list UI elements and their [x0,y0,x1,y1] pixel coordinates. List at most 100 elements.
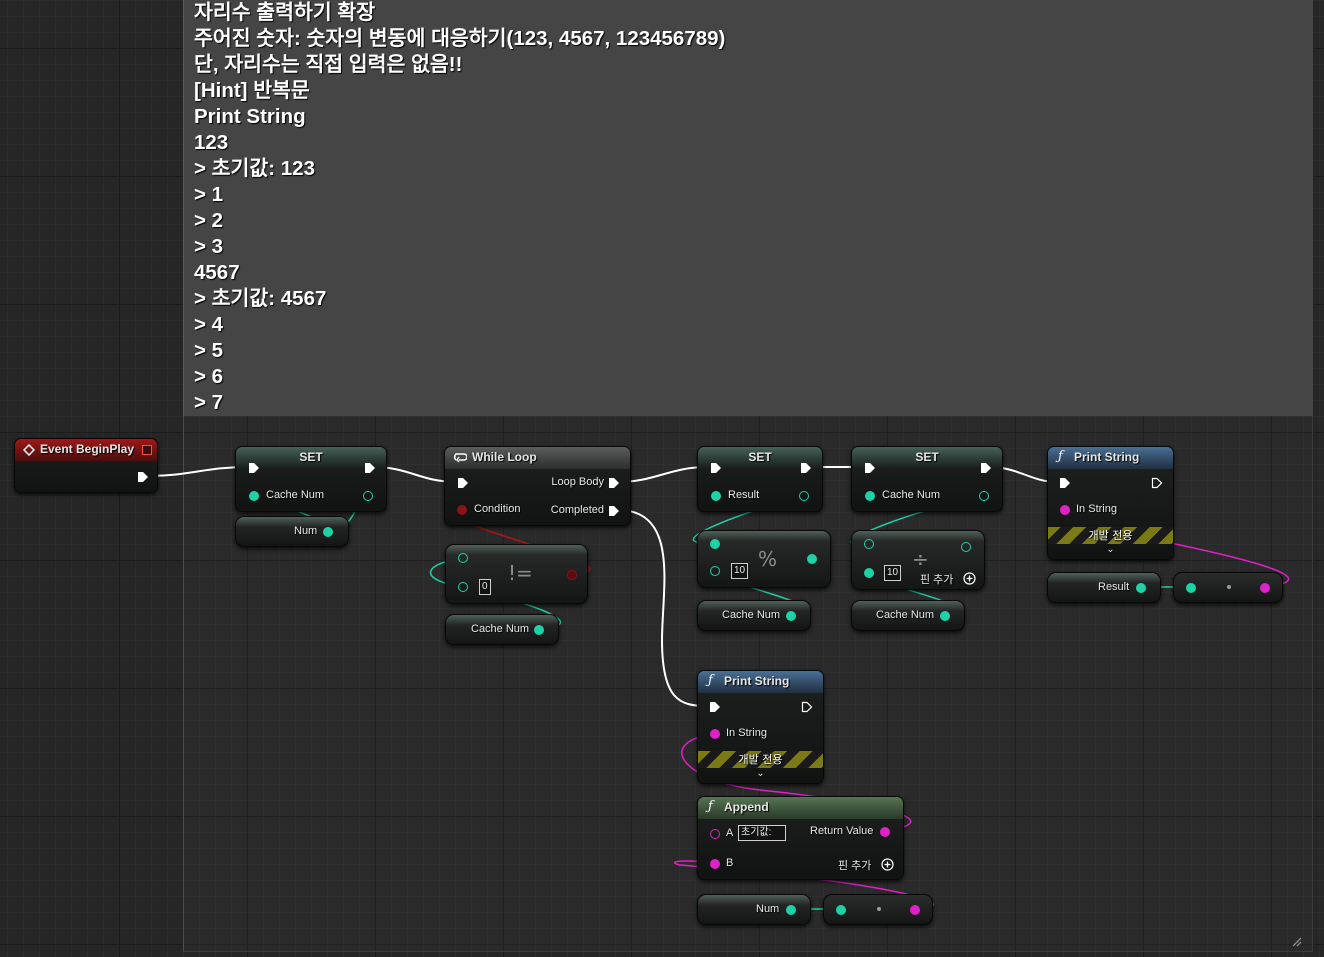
var-label: Num [294,525,318,537]
node-header: While Loop [445,447,630,469]
cache-num-input-pin[interactable] [865,491,875,501]
node-title: While Loop [472,450,537,464]
exec-input-pin[interactable] [457,477,469,489]
in-string-pin[interactable] [1060,505,1070,515]
while-loop-node[interactable]: While Loop Loop Body Condition Completed [444,446,631,526]
chevron-down-icon[interactable]: ⌄ [698,769,823,779]
result-getter-node[interactable]: Result [1047,572,1161,603]
num-output-pin[interactable] [786,905,796,915]
cache-num-getter-node[interactable]: Cache Num [851,600,965,631]
result-output-pin[interactable] [567,570,577,580]
in-string-pin[interactable] [710,729,720,739]
return-value-pin[interactable] [880,827,890,837]
completed-pin[interactable] [608,505,620,517]
modulo-node[interactable]: 10 % [697,530,831,588]
condition-label: Condition [474,503,521,515]
exec-output-pin[interactable] [1151,477,1163,489]
result-input-pin[interactable] [711,491,721,501]
b-input-pin[interactable] [710,566,720,576]
a-input-pin[interactable] [458,553,468,563]
b-input-pin[interactable] [864,568,874,578]
conversion-input-pin[interactable] [1186,583,1196,593]
print-string-node[interactable]: Print String ƒ In String 개발 전용 ⌄ [697,670,824,784]
dev-only-banner: 개발 전용 [1048,527,1173,544]
pin-label: Result [728,489,760,501]
node-header: Append [698,797,903,819]
cache-num-output-pin[interactable] [940,611,950,621]
function-icon: ƒ [708,799,713,814]
num-output-pin[interactable] [323,527,333,537]
conversion-output-pin[interactable] [1260,583,1270,593]
result-output-pin[interactable] [1136,583,1146,593]
append-node[interactable]: Append ƒ A 초기값: Return Value B 핀 추가 [697,796,904,880]
result-output-pin[interactable] [799,491,809,501]
loop-body-label: Loop Body [551,476,604,488]
add-pin-label[interactable]: 핀 추가 [838,857,871,873]
conversion-output-pin[interactable] [910,905,920,915]
num-getter-node[interactable]: Num [697,894,811,925]
add-pin-label[interactable]: 핀 추가 [920,571,953,587]
conversion-node[interactable] [1173,572,1283,603]
pin-label: In String [726,727,767,739]
b-value-box[interactable]: 10 [731,563,749,579]
loop-body-pin[interactable] [608,477,620,489]
cache-num-output-pin[interactable] [363,491,373,501]
a-value-box[interactable]: 초기값: [738,825,786,841]
node-header: Event BeginPlay [15,439,157,461]
b-input-pin[interactable] [710,859,720,869]
delegate-pin[interactable] [142,445,152,455]
a-input-pin[interactable] [710,539,720,549]
exec-output-pin[interactable] [137,471,149,483]
var-label: Cache Num [722,609,781,621]
cache-num-getter-node[interactable]: Cache Num [445,614,559,645]
add-pin-icon[interactable] [963,572,976,585]
exec-input-pin[interactable] [709,701,721,713]
set-result-node[interactable]: SET Result [697,446,823,512]
exec-input-pin[interactable] [864,462,876,474]
exec-output-pin[interactable] [800,462,812,474]
conversion-input-pin[interactable] [836,905,846,915]
cache-num-output-pin[interactable] [786,611,796,621]
var-label: Result [1098,581,1130,593]
num-getter-node[interactable]: Num [235,516,349,547]
node-header: Print String [698,671,823,693]
set-cache-num-node[interactable]: SET Cache Num [235,446,387,512]
conversion-node[interactable] [823,894,933,925]
var-label: Cache Num [471,623,530,635]
b-value-box[interactable]: 0 [479,579,491,595]
conversion-dot [1227,585,1231,589]
exec-input-pin[interactable] [710,462,722,474]
operator-symbol: ÷ [912,547,929,571]
result-output-pin[interactable] [961,542,971,552]
loop-icon [453,453,467,463]
exec-output-pin[interactable] [801,701,813,713]
divide-node[interactable]: 10 ÷ 핀 추가 [851,530,985,590]
chevron-down-icon[interactable]: ⌄ [1048,545,1173,555]
add-pin-icon[interactable] [881,858,894,871]
b-value-box[interactable]: 10 [884,565,902,581]
node-title: SET [915,450,939,464]
exec-input-pin[interactable] [248,462,260,474]
cache-num-output-pin[interactable] [979,491,989,501]
set-cache-num-node[interactable]: SET Cache Num [851,446,1003,512]
print-string-node[interactable]: Print String ƒ In String 개발 전용 ⌄ [1047,446,1174,560]
event-beginplay-node[interactable]: Event BeginPlay [14,438,158,493]
a-input-pin[interactable] [864,539,874,549]
function-icon: ƒ [708,673,713,688]
a-input-pin[interactable] [710,829,720,839]
node-title: SET [748,450,772,464]
exec-output-pin[interactable] [364,462,376,474]
exec-output-pin[interactable] [980,462,992,474]
node-title: Print String [724,674,790,688]
condition-pin[interactable] [457,505,467,515]
var-label: Num [756,903,780,915]
dev-only-label: 개발 전용 [1088,529,1133,542]
cache-num-output-pin[interactable] [534,625,544,635]
cache-num-getter-node[interactable]: Cache Num [697,600,811,631]
not-equal-node[interactable]: 0 != [445,544,588,604]
b-input-pin[interactable] [458,582,468,592]
exec-input-pin[interactable] [1059,477,1071,489]
event-icon [23,444,35,456]
result-output-pin[interactable] [807,554,817,564]
cache-num-input-pin[interactable] [249,491,259,501]
